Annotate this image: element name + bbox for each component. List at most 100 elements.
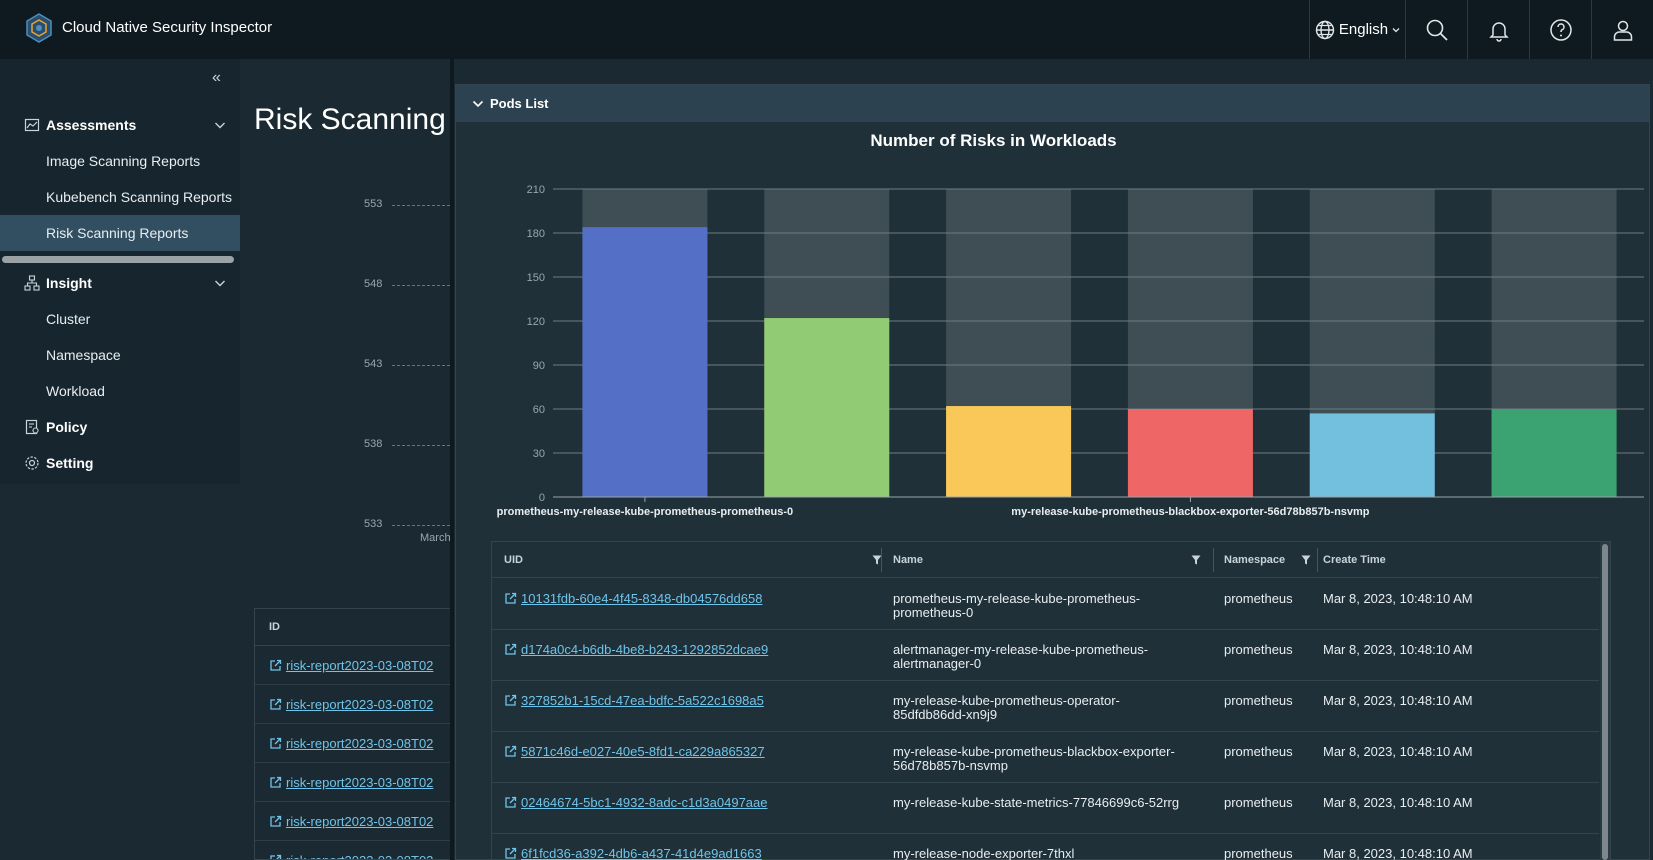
help-button[interactable] [1529,0,1591,59]
trend-line [392,205,450,206]
trend-y-tick: 553 [364,198,383,210]
column-separator[interactable] [1213,548,1214,572]
pod-name-cell: my-release-kube-prometheus-operator-85df… [893,693,1120,722]
y-tick-label: 90 [533,360,545,372]
bell-icon [1488,21,1509,42]
create-time-column-header[interactable]: Create Time [1323,542,1523,578]
sidebar: « Assessments Image Scanning Reports Kub… [0,59,240,484]
sidebar-item-risk-scanning-reports[interactable]: Risk Scanning Reports [0,215,240,251]
uid-cell: 327852b1-15cd-47ea-bdfc-5a522c1698a5 [504,694,764,708]
create-time-header-label: Create Time [1323,554,1386,566]
trend-y-tick: 543 [364,358,383,370]
app-title[interactable]: Cloud Native Security Inspector [62,19,272,36]
risks-bar-chart: 0 30 60 90 120 150 180 210 prometheus-my-release… [497,184,1644,518]
sidebar-item-namespace[interactable]: Namespace [0,337,240,373]
trend-line [392,285,450,286]
notifications-button[interactable] [1467,0,1529,59]
report-id-link[interactable]: risk-report2023-03-08T02 [286,853,433,860]
table-row: 327852b1-15cd-47ea-bdfc-5a522c1698a5 my-r… [492,681,1599,732]
create-time-cell: Mar 8, 2023, 10:48:10 AM [1323,642,1473,657]
hierarchy-icon [24,275,40,291]
search-button[interactable] [1405,0,1467,59]
chart-title: Number of Risks in Workloads [870,131,1117,150]
sidebar-item-policy[interactable]: Policy [0,409,240,445]
x-tick-label: my-release-kube-prometheus-blackbox-expo… [1011,506,1370,518]
y-tick-label: 210 [527,184,545,196]
namespace-cell: prometheus [1224,642,1293,657]
uid-cell: 6f1fcd36-a392-4db6-a437-41d4e9ad1663 [504,847,762,860]
report-id-link[interactable]: risk-report2023-03-08T02 [286,775,433,790]
policy-icon [25,419,39,435]
pod-name-cell: alertmanager-my-release-kube-prometheus-… [893,642,1149,671]
namespace-cell: prometheus [1224,591,1293,606]
sidebar-scrollbar[interactable] [2,256,234,263]
chevron-down-icon [215,122,225,129]
pane-divider[interactable] [450,59,454,860]
pod-uid-link[interactable]: 327852b1-15cd-47ea-bdfc-5a522c1698a5 [521,693,764,708]
pod-uid-link[interactable]: 02464674-5bc1-4932-8adc-c1d3a0497aae [521,795,768,810]
collapse-sidebar-icon[interactable]: « [212,69,221,87]
report-id-link[interactable]: risk-report2023-03-08T02 [286,697,433,712]
sidebar-item-image-scanning-reports[interactable]: Image Scanning Reports [0,143,240,179]
pod-uid-link[interactable]: 10131fdb-60e4-4f45-8348-db04576dd658 [521,591,762,606]
external-link-icon [505,796,517,808]
pod-uid-link[interactable]: 6f1fcd36-a392-4db6-a437-41d4e9ad1663 [521,846,762,860]
uid-column-header[interactable]: UID [504,542,882,578]
sidebar-group-insight[interactable]: Insight [0,265,240,301]
table-row: 10131fdb-60e4-4f45-8348-db04576dd658 prom… [492,579,1599,630]
trend-line [392,445,450,446]
sidebar-item-cluster[interactable]: Cluster [0,301,240,337]
chevron-down-icon [472,100,484,107]
report-id-link[interactable]: risk-report2023-03-08T02 [286,736,433,751]
uid-header-label: UID [504,554,523,566]
language-selector[interactable]: English [1309,0,1405,59]
pod-name-cell: my-release-kube-prometheus-blackbox-expo… [893,744,1175,773]
sidebar-item-setting[interactable]: Setting [0,445,240,481]
filter-icon[interactable] [1301,555,1311,565]
scrollbar-thumb[interactable] [1602,544,1608,860]
column-separator[interactable] [1317,548,1318,572]
namespace-header-label: Namespace [1224,554,1286,566]
chevron-down-icon [1392,27,1400,32]
external-link-icon [505,643,517,655]
sidebar-item-label: Policy [46,419,88,435]
user-menu-button[interactable] [1591,0,1653,59]
sidebar-item-workload[interactable]: Workload [0,373,240,409]
create-time-cell: Mar 8, 2023, 10:48:10 AM [1323,744,1473,759]
external-link-icon [505,745,517,757]
pods-list-header[interactable]: Pods List [456,85,1649,122]
create-time-cell: Mar 8, 2023, 10:48:10 AM [1323,846,1473,860]
uid-cell: 10131fdb-60e4-4f45-8348-db04576dd658 [504,592,762,606]
chevron-down-icon [215,280,225,287]
pods-list-title: Pods List [490,96,549,111]
namespace-cell: prometheus [1224,744,1293,759]
chart-icon [24,118,40,132]
pod-uid-link[interactable]: d174a0c4-b6db-4be8-b243-1292852dcae9 [521,642,768,657]
report-row: risk-report2023-03-08T02 [255,685,450,724]
search-icon [1426,19,1448,41]
y-tick-label: 150 [527,272,545,284]
sidebar-item-kubebench-scanning-reports[interactable]: Kubebench Scanning Reports [0,179,240,215]
name-column-header[interactable]: Name [893,542,1203,578]
filter-icon[interactable] [1191,555,1201,565]
uid-cell: d174a0c4-b6db-4be8-b243-1292852dcae9 [504,643,768,657]
sidebar-group-label: Insight [46,275,92,291]
trend-y-tick: 548 [364,278,383,290]
namespace-column-header[interactable]: Namespace [1224,542,1314,578]
table-row: 5871c46d-e027-40e5-8fd1-ca229a865327 my-r… [492,732,1599,783]
bar [1309,413,1435,497]
table-scrollbar[interactable] [1600,542,1610,860]
report-id-link[interactable]: risk-report2023-03-08T02 [286,814,433,829]
globe-icon [1315,20,1335,39]
report-id-link[interactable]: risk-report2023-03-08T02 [286,658,433,673]
language-label: English [1338,21,1389,38]
sidebar-group-assessments[interactable]: Assessments [0,107,240,143]
page-title: Risk Scanning Reports [254,103,450,136]
uid-cell: 5871c46d-e027-40e5-8fd1-ca229a865327 [504,745,765,759]
report-row: risk-report2023-03-08T02 [255,724,450,763]
trend-line [392,525,450,526]
pods-table: UID Name Namespace Create Time 10131fdb-… [491,541,1611,860]
pod-uid-link[interactable]: 5871c46d-e027-40e5-8fd1-ca229a865327 [521,744,765,759]
column-separator[interactable] [881,548,882,572]
y-tick-label: 120 [527,316,545,328]
